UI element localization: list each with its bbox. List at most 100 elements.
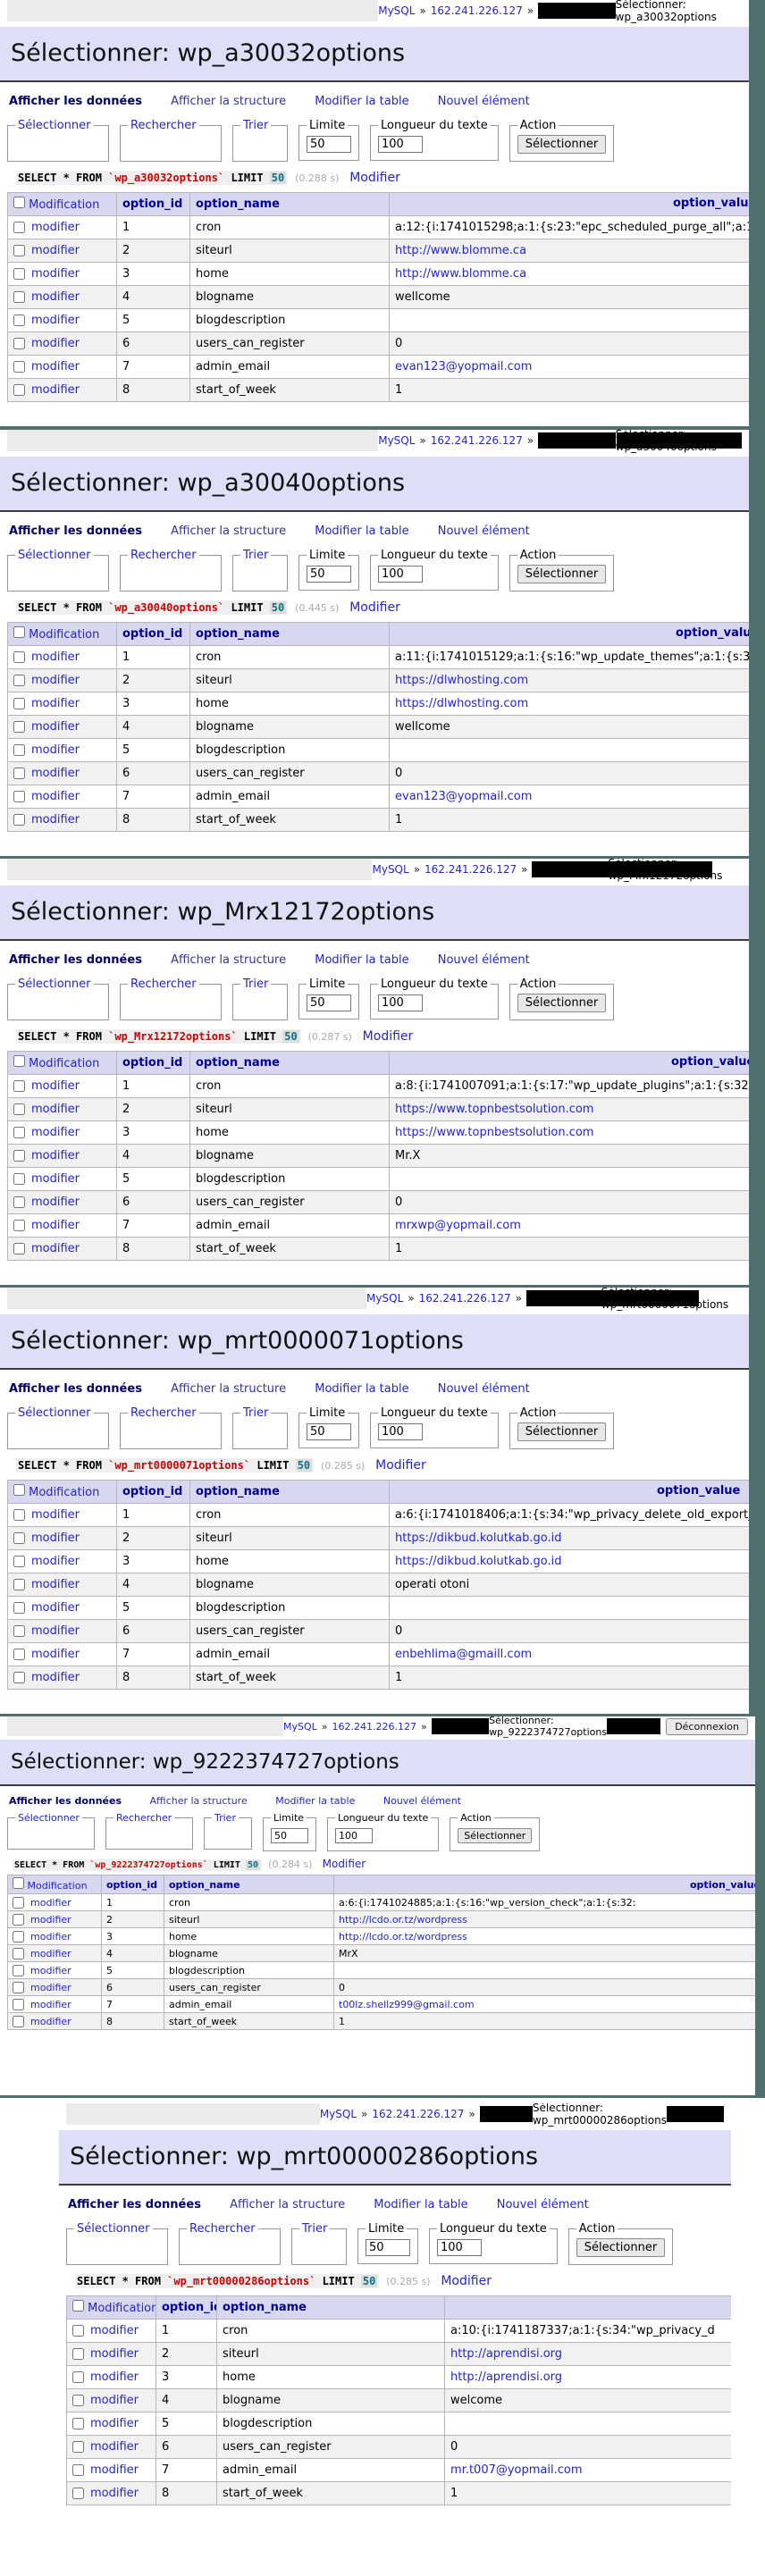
sort-link[interactable]: Trier	[240, 978, 271, 991]
row-modifier-link[interactable]: modifier	[31, 360, 80, 373]
row-checkbox[interactable]	[13, 1625, 25, 1637]
row-modifier-link[interactable]: modifier	[31, 221, 80, 234]
row-modifier-link[interactable]: modifier	[31, 1601, 80, 1615]
tab-new-item[interactable]: Nouvel élément	[438, 95, 530, 108]
check-all-checkbox[interactable]	[13, 1877, 24, 1889]
select-fieldset[interactable]: Sélectionner	[7, 978, 109, 1020]
row-modifier-link[interactable]: modifier	[31, 267, 80, 281]
sort-link[interactable]: Trier	[212, 1812, 239, 1824]
row-checkbox[interactable]	[13, 1982, 24, 1993]
tab-new-item[interactable]: Nouvel élément	[438, 953, 530, 967]
row-checkbox[interactable]	[13, 1173, 25, 1185]
search-link[interactable]: Rechercher	[128, 978, 199, 991]
text-length-input[interactable]	[378, 994, 423, 1011]
option-id-header[interactable]: option_id	[102, 1875, 164, 1894]
select-link[interactable]: Sélectionner	[15, 119, 94, 132]
modification-header-link[interactable]: Modification	[29, 1486, 99, 1499]
row-modifier-link[interactable]: modifier	[31, 337, 80, 350]
row-checkbox[interactable]	[13, 698, 25, 709]
sql-edit-link[interactable]: Modifier	[441, 2274, 492, 2288]
search-link[interactable]: Rechercher	[128, 119, 199, 132]
sort-fieldset[interactable]: Trier	[232, 549, 288, 592]
sql-edit-link[interactable]: Modifier	[363, 1029, 414, 1044]
row-modifier-link[interactable]: modifier	[31, 1219, 80, 1232]
row-checkbox[interactable]	[13, 1602, 25, 1614]
row-checkbox[interactable]	[13, 291, 25, 303]
sort-fieldset[interactable]: Trier	[232, 978, 288, 1020]
option-value-header[interactable]: option_value	[390, 1052, 750, 1075]
option-name-header[interactable]: option_name	[190, 1052, 390, 1075]
option-value-header[interactable]: option_value	[390, 193, 750, 216]
row-checkbox[interactable]	[13, 721, 25, 733]
modification-header-link[interactable]: Modification	[28, 1880, 88, 1892]
breadcrumb-host-link[interactable]: 162.241.226.127	[431, 434, 523, 447]
search-fieldset[interactable]: Rechercher	[120, 119, 222, 162]
row-modifier-link[interactable]: modifier	[90, 2440, 139, 2454]
option-value-header[interactable]: option_value	[390, 623, 750, 646]
row-checkbox[interactable]	[72, 2395, 84, 2406]
tab-edit-table[interactable]: Modifier la table	[315, 953, 408, 967]
action-select-button[interactable]: Sélectionner	[517, 565, 607, 583]
row-modifier-link[interactable]: modifier	[31, 1172, 80, 1186]
row-checkbox[interactable]	[13, 1649, 25, 1660]
text-length-input[interactable]	[378, 566, 423, 583]
tab-structure[interactable]: Afficher la structure	[150, 1795, 248, 1807]
row-checkbox[interactable]	[13, 1243, 25, 1254]
option-id-header[interactable]: option_id	[156, 2296, 217, 2320]
limit-input[interactable]	[307, 136, 351, 153]
tab-browse[interactable]: Afficher les données	[9, 1795, 122, 1807]
row-modifier-link[interactable]: modifier	[31, 1648, 80, 1661]
breadcrumb-mysql-link[interactable]: MySQL	[320, 2108, 357, 2120]
select-fieldset[interactable]: Sélectionner	[7, 549, 109, 592]
row-checkbox[interactable]	[13, 361, 25, 373]
row-modifier-link[interactable]: modifier	[30, 1982, 71, 1993]
tab-structure[interactable]: Afficher la structure	[171, 524, 286, 538]
option-name-header[interactable]: option_name	[217, 2296, 445, 2320]
tab-browse[interactable]: Afficher les données	[9, 1382, 142, 1396]
row-checkbox[interactable]	[13, 768, 25, 779]
check-all-checkbox[interactable]	[72, 2300, 84, 2312]
sort-link[interactable]: Trier	[240, 119, 271, 132]
action-select-button[interactable]: Sélectionner	[517, 135, 607, 154]
row-checkbox[interactable]	[13, 1556, 25, 1567]
row-checkbox[interactable]	[72, 2371, 84, 2383]
search-fieldset[interactable]: Rechercher	[179, 2222, 281, 2265]
row-checkbox[interactable]	[72, 2488, 84, 2499]
row-modifier-link[interactable]: modifier	[31, 1671, 80, 1684]
row-checkbox[interactable]	[13, 744, 25, 756]
tab-edit-table[interactable]: Modifier la table	[275, 1795, 355, 1807]
row-checkbox[interactable]	[13, 245, 25, 256]
option-value-header[interactable]: option_value	[334, 1875, 756, 1894]
row-modifier-link[interactable]: modifier	[31, 1242, 80, 1255]
text-length-input[interactable]	[335, 1828, 373, 1843]
limit-input[interactable]	[271, 1828, 308, 1843]
check-all-checkbox[interactable]	[13, 1484, 25, 1496]
row-checkbox[interactable]	[72, 2348, 84, 2360]
select-fieldset[interactable]: Sélectionner	[66, 2222, 168, 2265]
row-modifier-link[interactable]: modifier	[31, 1578, 80, 1591]
row-checkbox[interactable]	[72, 2464, 84, 2476]
row-checkbox[interactable]	[13, 1080, 25, 1092]
modification-header-link[interactable]: Modification	[29, 628, 99, 642]
tab-edit-table[interactable]: Modifier la table	[315, 524, 408, 538]
row-checkbox[interactable]	[13, 1579, 25, 1590]
row-checkbox[interactable]	[13, 1999, 24, 2010]
row-modifier-link[interactable]: modifier	[31, 383, 80, 397]
row-modifier-link[interactable]: modifier	[90, 2463, 139, 2477]
breadcrumb-mysql-link[interactable]: MySQL	[283, 1721, 317, 1733]
breadcrumb-mysql-link[interactable]: MySQL	[378, 4, 415, 17]
breadcrumb-host-link[interactable]: 162.241.226.127	[372, 2108, 464, 2120]
search-link[interactable]: Rechercher	[128, 1406, 199, 1420]
option-id-header[interactable]: option_id	[117, 1052, 190, 1075]
limit-input[interactable]	[366, 2239, 410, 2256]
row-checkbox[interactable]	[13, 1103, 25, 1115]
row-modifier-link[interactable]: modifier	[31, 1149, 80, 1162]
row-checkbox[interactable]	[13, 268, 25, 280]
row-modifier-link[interactable]: modifier	[31, 1196, 80, 1209]
row-modifier-link[interactable]: modifier	[30, 1999, 71, 2010]
tab-structure[interactable]: Afficher la structure	[171, 95, 286, 108]
select-link[interactable]: Sélectionner	[15, 978, 94, 991]
row-modifier-link[interactable]: modifier	[31, 720, 80, 734]
row-modifier-link[interactable]: modifier	[90, 2324, 139, 2337]
row-modifier-link[interactable]: modifier	[31, 1555, 80, 1568]
